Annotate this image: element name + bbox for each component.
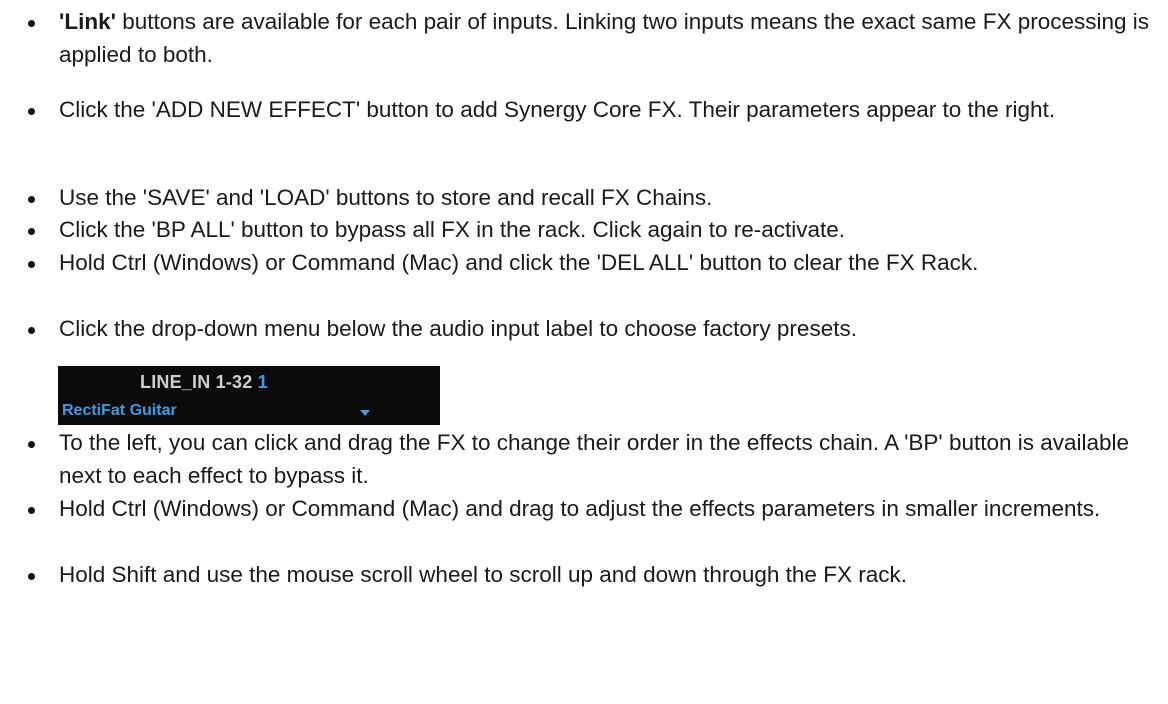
input-label-text: LINE_IN 1-32 (140, 372, 253, 392)
document-page: 'Link' buttons are available for each pa… (0, 0, 1168, 704)
list-item-text: Use the 'SAVE' and 'LOAD' buttons to sto… (59, 185, 713, 210)
bullet-icon (28, 507, 35, 514)
list-item: Hold Shift and use the mouse scroll whee… (28, 558, 1158, 624)
list-item-text: Hold Ctrl (Windows) or Command (Mac) and… (59, 250, 979, 275)
preset-dropdown[interactable]: RectiFat Guitar (58, 398, 388, 424)
chevron-down-icon[interactable] (360, 410, 370, 416)
list-item-text: To the left, you can click and drag the … (59, 430, 1130, 488)
list-item: Hold Ctrl (Windows) or Command (Mac) and… (28, 246, 1158, 312)
list-item: 'Link' buttons are available for each pa… (28, 5, 1158, 73)
list-item-text: Click the 'BP ALL' button to bypass all … (59, 217, 846, 242)
list-item: Click the 'ADD NEW EFFECT' button to add… (28, 93, 1158, 161)
bullet-icon (28, 573, 35, 580)
list-item-text: Click the drop-down menu below the audio… (59, 316, 857, 341)
list-item-text: Hold Ctrl (Windows) or Command (Mac) and… (59, 496, 1101, 521)
bullet-icon (28, 20, 35, 27)
list-item-text: Hold Shift and use the mouse scroll whee… (59, 562, 907, 587)
bullet-icon (28, 196, 35, 203)
input-preset-screenshot: LINE_IN 1-32 1 RectiFat Guitar (58, 366, 440, 425)
bullet-icon (28, 261, 35, 268)
input-number: 1 (257, 372, 268, 392)
bullet-icon (28, 108, 35, 115)
list-item-body: buttons are available for each pair of i… (59, 9, 1150, 67)
audio-input-label: LINE_IN 1-32 1 (140, 372, 268, 393)
link-term: 'Link' (59, 9, 116, 34)
list-item: To the left, you can click and drag the … (28, 426, 1158, 492)
preset-value: RectiFat Guitar (62, 402, 177, 419)
bullet-icon (28, 441, 35, 448)
list-item: Hold Ctrl (Windows) or Command (Mac) and… (28, 492, 1158, 558)
bullet-icon (28, 228, 35, 235)
list-item-text: 'Link' buttons are available for each pa… (59, 5, 1159, 71)
bullet-icon (28, 327, 35, 334)
list-item-text: Click the 'ADD NEW EFFECT' button to add… (59, 97, 1056, 122)
